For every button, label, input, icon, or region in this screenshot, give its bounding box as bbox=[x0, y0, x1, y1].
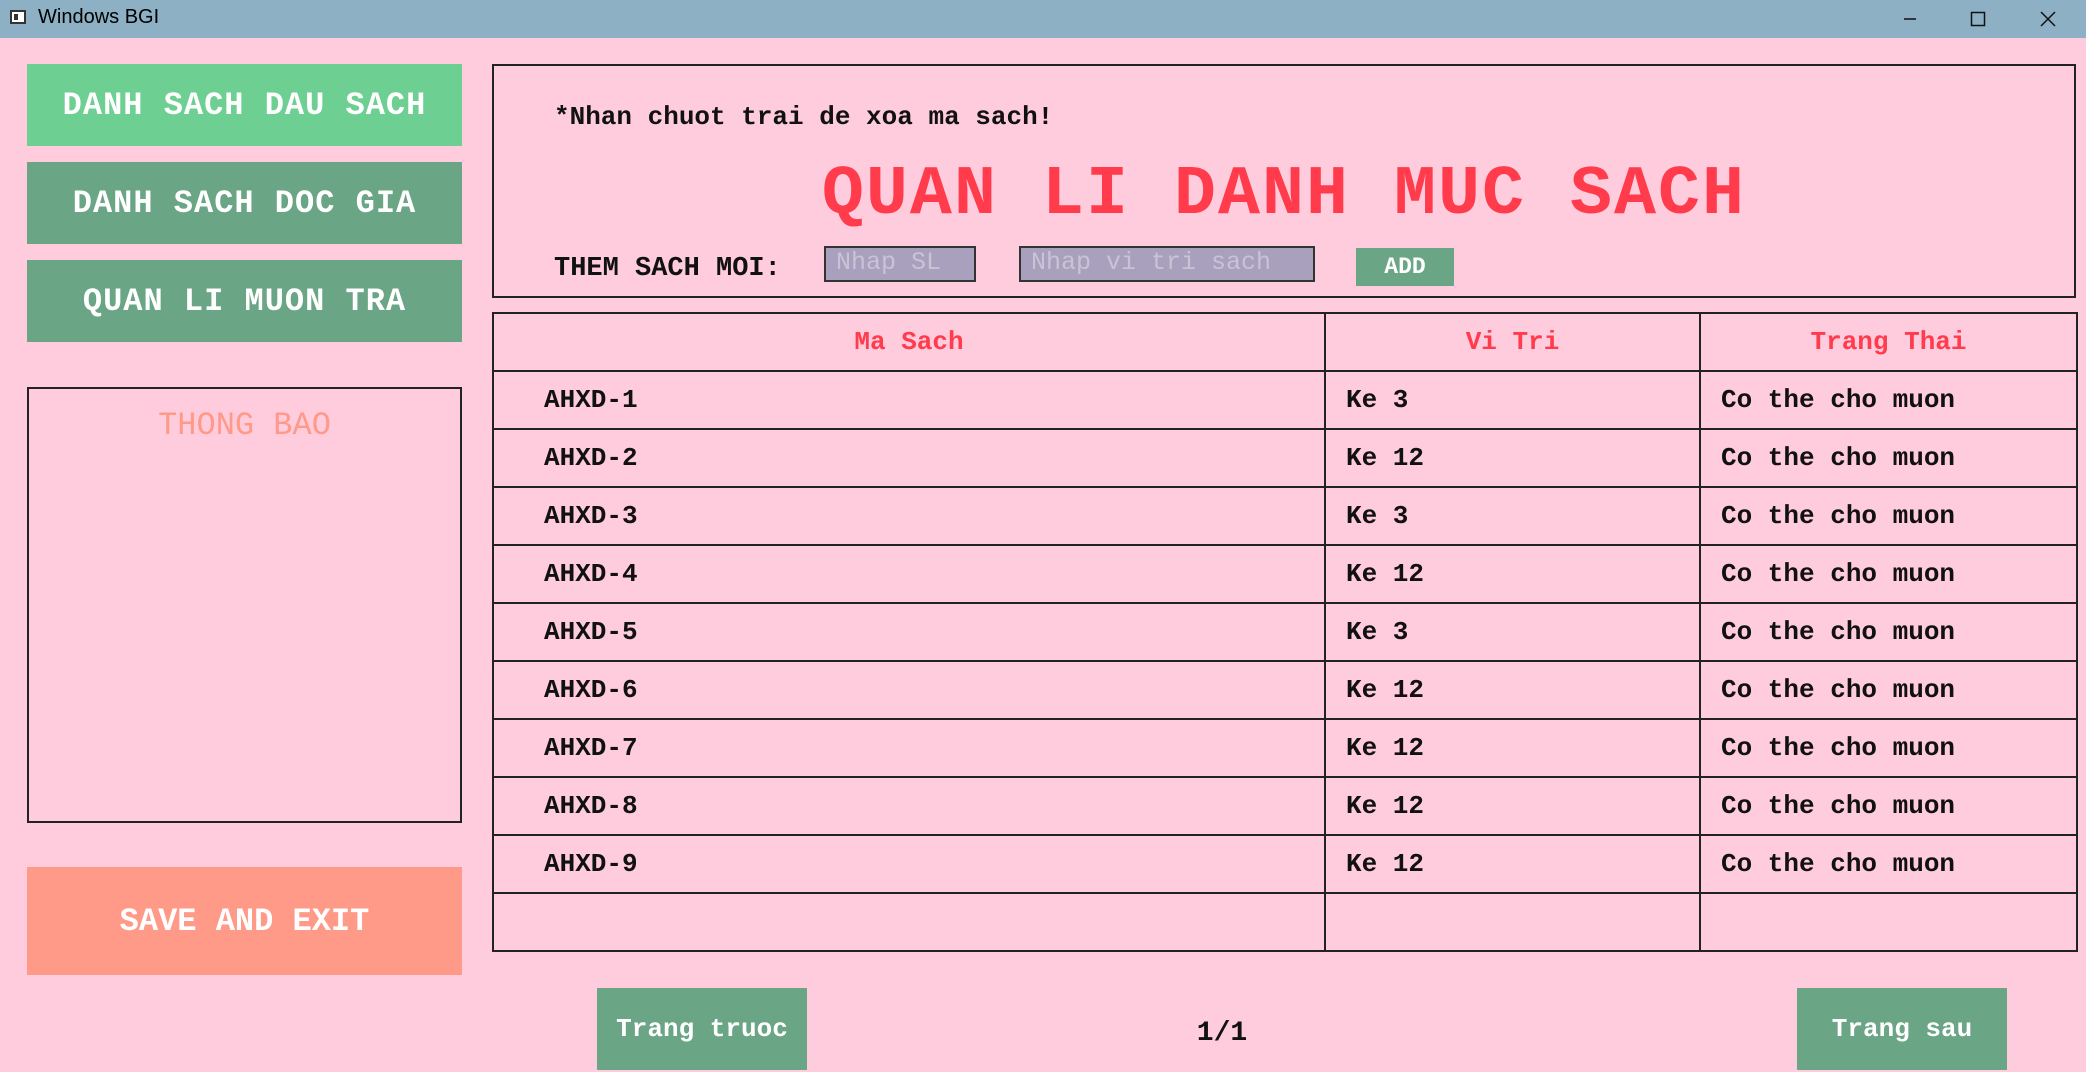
page-title: QUAN LI DANH MUC SACH bbox=[821, 156, 1747, 235]
book-code-cell[interactable]: AHXD-9 bbox=[492, 834, 1326, 894]
table-row[interactable]: AHXD-5 Ke 3 Co the cho muon bbox=[492, 602, 2078, 662]
table-row[interactable]: AHXD-2 Ke 12 Co the cho muon bbox=[492, 428, 2078, 488]
book-code-cell[interactable]: AHXD-6 bbox=[492, 660, 1326, 720]
location-cell bbox=[1324, 892, 1701, 952]
notification-panel: THONG BAO bbox=[27, 387, 462, 823]
add-book-label: THEM SACH MOI: bbox=[554, 254, 781, 284]
minimize-icon bbox=[1904, 18, 1916, 20]
title-bar: Windows BGI bbox=[0, 0, 2086, 38]
add-button[interactable]: ADD bbox=[1356, 248, 1454, 286]
status-cell: Co the cho muon bbox=[1699, 602, 2078, 662]
table-row[interactable]: AHXD-6 Ke 12 Co the cho muon bbox=[492, 660, 2078, 720]
table-row[interactable]: AHXD-9 Ke 12 Co the cho muon bbox=[492, 834, 2078, 894]
book-code-cell[interactable]: AHXD-1 bbox=[492, 370, 1326, 430]
save-and-exit-button[interactable]: SAVE AND EXIT bbox=[27, 867, 462, 975]
nav-book-titles-button[interactable]: DANH SACH DAU SACH bbox=[27, 64, 462, 146]
status-cell: Co the cho muon bbox=[1699, 718, 2078, 778]
book-table: Ma Sach Vi Tri Trang Thai AHXD-1 Ke 3 Co… bbox=[492, 312, 2078, 952]
location-cell: Ke 12 bbox=[1324, 834, 1701, 894]
status-cell: Co the cho muon bbox=[1699, 776, 2078, 836]
status-cell: Co the cho muon bbox=[1699, 486, 2078, 546]
nav-borrow-return-button[interactable]: QUAN LI MUON TRA bbox=[27, 260, 462, 342]
maximize-button[interactable] bbox=[1944, 0, 2012, 38]
notification-title: THONG BAO bbox=[158, 407, 331, 444]
location-cell: Ke 3 bbox=[1324, 486, 1701, 546]
status-cell bbox=[1699, 892, 2078, 952]
book-code-cell[interactable]: AHXD-2 bbox=[492, 428, 1326, 488]
book-code-cell[interactable]: AHXD-8 bbox=[492, 776, 1326, 836]
book-code-cell bbox=[492, 892, 1326, 952]
location-cell: Ke 12 bbox=[1324, 776, 1701, 836]
book-code-cell[interactable]: AHXD-5 bbox=[492, 602, 1326, 662]
column-header-location: Vi Tri bbox=[1324, 312, 1701, 372]
table-row[interactable]: AHXD-4 Ke 12 Co the cho muon bbox=[492, 544, 2078, 604]
status-cell: Co the cho muon bbox=[1699, 370, 2078, 430]
location-input[interactable]: Nhap vi tri sach bbox=[1019, 246, 1315, 282]
app-icon bbox=[10, 10, 26, 24]
delete-hint: *Nhan chuot trai de xoa ma sach! bbox=[554, 102, 1054, 132]
location-cell: Ke 12 bbox=[1324, 718, 1701, 778]
header-panel: *Nhan chuot trai de xoa ma sach! QUAN LI… bbox=[492, 64, 2076, 298]
table-row[interactable]: AHXD-1 Ke 3 Co the cho muon bbox=[492, 370, 2078, 430]
book-code-cell[interactable]: AHXD-4 bbox=[492, 544, 1326, 604]
location-cell: Ke 12 bbox=[1324, 660, 1701, 720]
status-cell: Co the cho muon bbox=[1699, 660, 2078, 720]
previous-page-button[interactable]: Trang truoc bbox=[597, 988, 807, 1070]
table-header-row: Ma Sach Vi Tri Trang Thai bbox=[492, 312, 2078, 372]
close-icon bbox=[2040, 11, 2056, 27]
maximize-icon bbox=[1970, 11, 1986, 27]
location-cell: Ke 12 bbox=[1324, 544, 1701, 604]
table-row[interactable]: AHXD-3 Ke 3 Co the cho muon bbox=[492, 486, 2078, 546]
location-cell: Ke 12 bbox=[1324, 428, 1701, 488]
nav-readers-button[interactable]: DANH SACH DOC GIA bbox=[27, 162, 462, 244]
table-row[interactable]: AHXD-8 Ke 12 Co the cho muon bbox=[492, 776, 2078, 836]
page-indicator: 1/1 bbox=[1196, 1018, 1248, 1049]
status-cell: Co the cho muon bbox=[1699, 544, 2078, 604]
book-code-cell[interactable]: AHXD-3 bbox=[492, 486, 1326, 546]
location-cell: Ke 3 bbox=[1324, 602, 1701, 662]
location-cell: Ke 3 bbox=[1324, 370, 1701, 430]
column-header-status: Trang Thai bbox=[1699, 312, 2078, 372]
window-title: Windows BGI bbox=[38, 6, 160, 28]
close-button[interactable] bbox=[2014, 0, 2082, 38]
minimize-button[interactable] bbox=[1876, 0, 1944, 38]
next-page-button[interactable]: Trang sau bbox=[1797, 988, 2007, 1070]
quantity-input[interactable]: Nhap SL bbox=[824, 246, 976, 282]
status-cell: Co the cho muon bbox=[1699, 428, 2078, 488]
table-row-empty bbox=[492, 892, 2078, 952]
table-row[interactable]: AHXD-7 Ke 12 Co the cho muon bbox=[492, 718, 2078, 778]
column-header-book-code: Ma Sach bbox=[492, 312, 1326, 372]
status-cell: Co the cho muon bbox=[1699, 834, 2078, 894]
book-code-cell[interactable]: AHXD-7 bbox=[492, 718, 1326, 778]
